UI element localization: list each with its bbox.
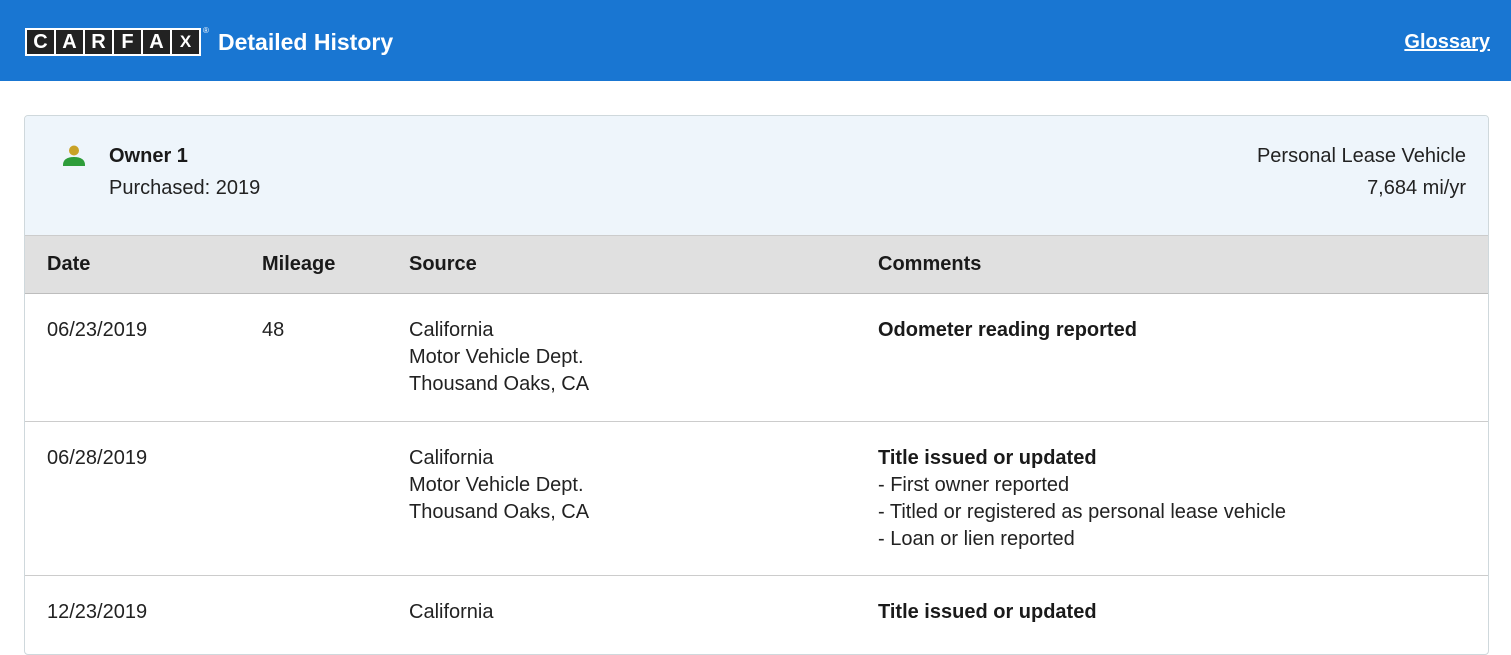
page-title: Detailed History (218, 29, 394, 55)
comment-item: - Loan or lien reported (878, 528, 1075, 550)
logo-letter: C (27, 30, 54, 54)
comment-title: Odometer reading reported (878, 319, 1137, 341)
logo-letter: R (85, 30, 112, 54)
table-row: 12/23/2019 California Title issued or up… (25, 576, 1488, 654)
row-source: California Motor Vehicle Dept. Thousand … (409, 317, 589, 398)
source-line: Motor Vehicle Dept. (409, 474, 584, 496)
registered-mark: ® (203, 26, 209, 35)
owner-history-card: Owner 1 Purchased: 2019 Personal Lease V… (24, 115, 1489, 655)
row-mileage: 48 (262, 319, 285, 341)
app-header: C A R F A X ® Detailed History Glossary (0, 0, 1511, 81)
source-line: Thousand Oaks, CA (409, 501, 590, 523)
logo-letter: F (114, 30, 141, 54)
logo-letter: A (143, 30, 170, 54)
owner-purchased: Purchased: 2019 (109, 177, 261, 199)
logo-letter: X (172, 30, 199, 54)
comment-title: Title issued or updated (878, 601, 1097, 623)
logo-letter: A (56, 30, 83, 54)
vehicle-use-type: Personal Lease Vehicle (1256, 145, 1466, 167)
table-row: 06/23/2019 48 California Motor Vehicle D… (25, 294, 1488, 422)
comment-item: - First owner reported (878, 474, 1070, 496)
source-line: California (409, 601, 494, 623)
carfax-logo[interactable]: C A R F A X ® (25, 26, 209, 56)
source-line: Thousand Oaks, CA (409, 373, 590, 395)
owner-name: Owner 1 (109, 145, 188, 167)
column-header-date: Date (47, 253, 91, 275)
row-date: 06/28/2019 (47, 447, 148, 469)
table-row: 06/28/2019 California Motor Vehicle Dept… (25, 422, 1488, 576)
row-date: 12/23/2019 (47, 601, 148, 623)
row-comments: Odometer reading reported (878, 317, 1137, 344)
owner-summary: Owner 1 Purchased: 2019 Personal Lease V… (25, 116, 1488, 236)
miles-per-year: 7,684 mi/yr (1367, 177, 1466, 199)
row-comments: Title issued or updated (878, 599, 1097, 626)
row-source: California Motor Vehicle Dept. Thousand … (409, 445, 589, 526)
person-icon (63, 145, 85, 166)
source-line: Motor Vehicle Dept. (409, 346, 584, 368)
source-line: California (409, 447, 494, 469)
row-date: 06/23/2019 (47, 319, 148, 341)
row-comments: Title issued or updated - First owner re… (878, 445, 1286, 553)
row-source: California (409, 599, 493, 626)
column-header-source: Source (409, 253, 477, 275)
logo-letter-box: C A R F A X (25, 28, 201, 56)
comment-item: - Titled or registered as personal lease… (878, 501, 1286, 523)
source-line: California (409, 319, 494, 341)
glossary-link[interactable]: Glossary (1404, 28, 1490, 56)
comment-title: Title issued or updated (878, 447, 1097, 469)
column-header-comments: Comments (878, 253, 982, 275)
column-header-mileage: Mileage (262, 253, 336, 275)
history-table-header: Date Mileage Source Comments (25, 236, 1488, 294)
